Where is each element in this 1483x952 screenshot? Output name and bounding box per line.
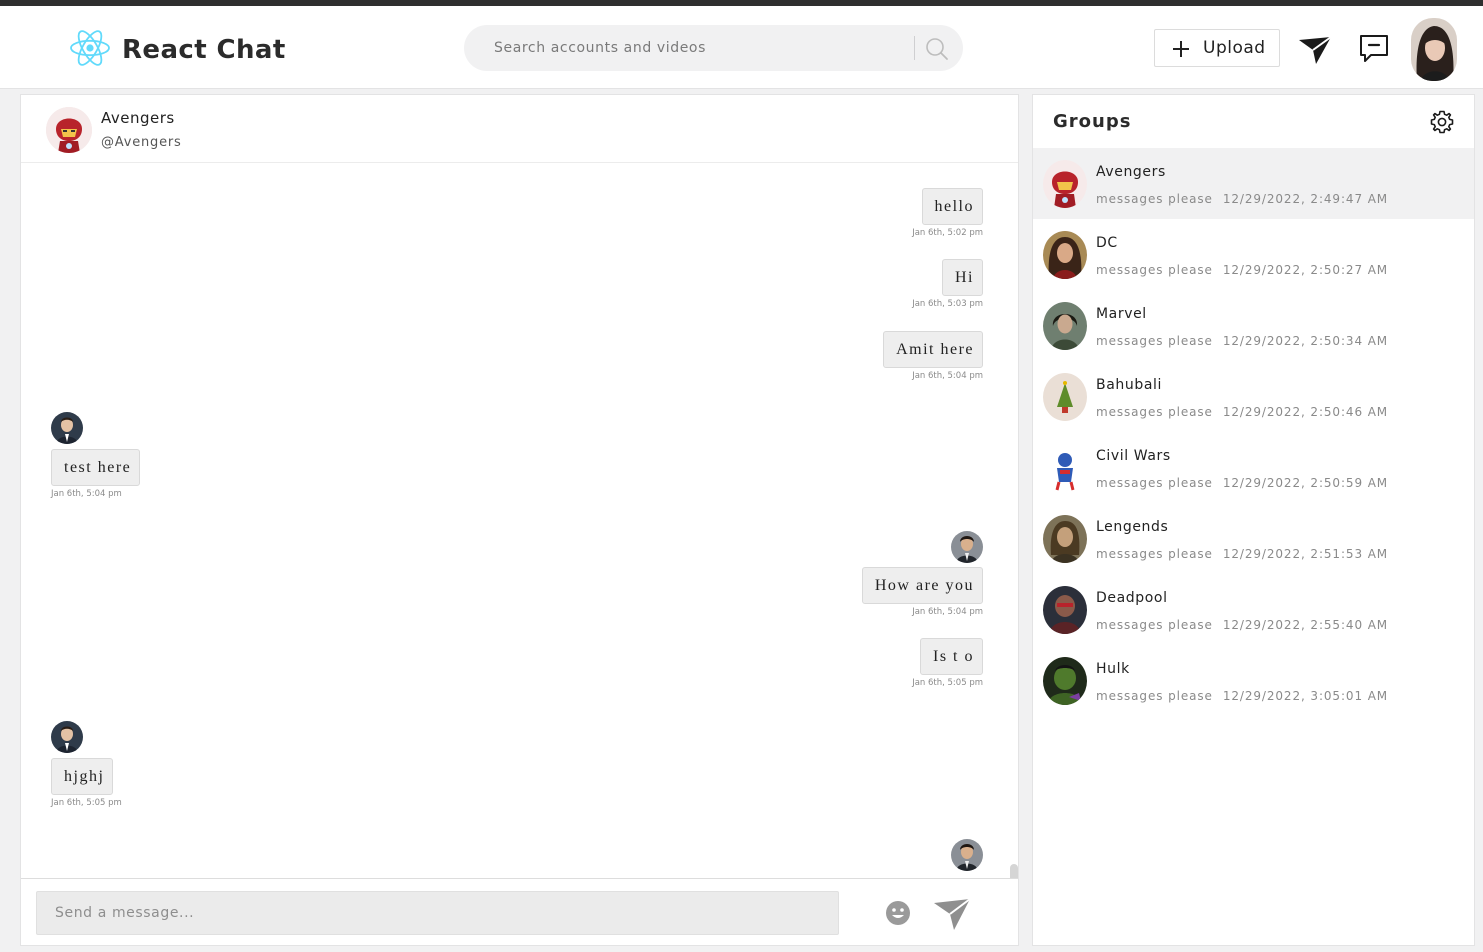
group-preview: messages please 12/29/2022, 2:50:34 AM (1096, 334, 1388, 348)
upload-label: Upload (1203, 38, 1266, 58)
group-avatar (1043, 231, 1087, 279)
message-time: Jan 6th, 5:03 pm (912, 299, 983, 309)
group-time: 12/29/2022, 2:50:59 AM (1222, 476, 1389, 490)
search-bar (464, 25, 963, 71)
group-preview: messages please 12/29/2022, 2:55:40 AM (1096, 618, 1388, 632)
group-preview: messages please 12/29/2022, 2:49:47 AM (1096, 192, 1388, 206)
group-last-message: messages please (1096, 192, 1213, 206)
message-icon[interactable] (1358, 32, 1390, 64)
group-item-avengers[interactable]: Avengers messages please 12/29/2022, 2:49… (1033, 148, 1474, 219)
group-preview: messages please 12/29/2022, 3:05:01 AM (1096, 689, 1388, 703)
message-bubble: Is t o (920, 638, 983, 675)
group-time: 12/29/2022, 2:55:40 AM (1222, 618, 1389, 632)
message-time: Jan 6th, 5:02 pm (912, 228, 983, 238)
search-divider (914, 36, 915, 60)
group-avatar (1043, 586, 1087, 634)
group-last-message: messages please (1096, 263, 1213, 277)
groups-panel: Groups Avengers messages please 12/29/202… (1032, 94, 1475, 946)
message-bubble: Hi (942, 259, 983, 296)
plus-icon (1173, 41, 1189, 57)
group-last-message: messages please (1096, 618, 1213, 632)
message-time: Jan 6th, 5:04 pm (912, 607, 983, 617)
sender-avatar[interactable] (951, 531, 983, 563)
group-name: Avengers (1096, 164, 1166, 180)
send-message-icon[interactable] (933, 897, 971, 931)
group-name: Bahubali (1096, 377, 1162, 393)
profile-avatar[interactable] (1411, 18, 1457, 81)
group-preview: messages please 12/29/2022, 2:50:59 AM (1096, 476, 1388, 490)
group-name: DC (1096, 235, 1118, 251)
group-last-message: messages please (1096, 476, 1213, 490)
search-input[interactable] (494, 25, 904, 71)
sender-avatar[interactable] (51, 721, 83, 753)
group-last-message: messages please (1096, 405, 1213, 419)
group-avatar (1043, 373, 1087, 421)
upload-button[interactable]: Upload (1154, 29, 1280, 67)
message-input[interactable] (36, 891, 839, 935)
message-scrollbar[interactable] (1010, 864, 1018, 878)
message-bubble: Amit here (883, 331, 983, 368)
message-bubble: test here (51, 449, 141, 486)
group-time: 12/29/2022, 2:50:27 AM (1222, 263, 1389, 277)
message-time: Jan 6th, 5:04 pm (51, 489, 122, 499)
chat-handle: @Avengers (101, 135, 182, 150)
group-item-dc[interactable]: DC messages please 12/29/2022, 2:50:27 AM (1033, 219, 1474, 290)
message-bubble: hello (921, 188, 983, 225)
app-title[interactable]: React Chat (122, 35, 286, 65)
group-list: Avengers messages please 12/29/2022, 2:49… (1033, 148, 1474, 716)
group-last-message: messages please (1096, 689, 1213, 703)
group-avatar (1043, 444, 1087, 492)
chat-panel: Avengers @Avengers hello Jan 6th, 5:02 p… (20, 94, 1019, 946)
chat-header: Avengers @Avengers (21, 95, 1018, 163)
group-last-message: messages please (1096, 334, 1213, 348)
group-item-deadpool[interactable]: Deadpool messages please 12/29/2022, 2:55… (1033, 574, 1474, 645)
paper-plane-icon[interactable] (1298, 35, 1332, 65)
group-name: Hulk (1096, 661, 1130, 677)
group-avatar (1043, 160, 1087, 208)
group-time: 12/29/2022, 2:51:53 AM (1222, 547, 1389, 561)
top-header: React Chat Upload (0, 6, 1483, 89)
emoji-icon[interactable] (885, 900, 911, 926)
group-name: Lengends (1096, 519, 1169, 535)
message-time: Jan 6th, 5:05 pm (51, 798, 122, 808)
group-preview: messages please 12/29/2022, 2:51:53 AM (1096, 547, 1388, 561)
groups-title: Groups (1053, 111, 1132, 132)
group-item-bahubali[interactable]: Bahubali messages please 12/29/2022, 2:50… (1033, 361, 1474, 432)
message-bubble: hjghj (51, 758, 114, 795)
group-last-message: messages please (1096, 547, 1213, 561)
sender-avatar[interactable] (51, 412, 83, 444)
group-item-lengends[interactable]: Lengends messages please 12/29/2022, 2:51… (1033, 503, 1474, 574)
group-avatar (1043, 515, 1087, 563)
group-avatar (1043, 657, 1087, 705)
gear-icon[interactable] (1430, 110, 1454, 134)
composer (21, 878, 1018, 945)
group-time: 12/29/2022, 2:50:34 AM (1222, 334, 1389, 348)
group-name: Deadpool (1096, 590, 1168, 606)
group-avatar (1043, 302, 1087, 350)
group-preview: messages please 12/29/2022, 2:50:46 AM (1096, 405, 1388, 419)
group-time: 12/29/2022, 3:05:01 AM (1222, 689, 1389, 703)
message-bubble: How are you (861, 567, 983, 604)
react-logo-icon[interactable] (69, 28, 111, 68)
message-time: Jan 6th, 5:05 pm (912, 678, 983, 688)
group-name: Marvel (1096, 306, 1147, 322)
search-icon[interactable] (924, 36, 950, 62)
group-preview: messages please 12/29/2022, 2:50:27 AM (1096, 263, 1388, 277)
group-time: 12/29/2022, 2:50:46 AM (1222, 405, 1389, 419)
group-time: 12/29/2022, 2:49:47 AM (1222, 192, 1389, 206)
group-item-hulk[interactable]: Hulk messages please 12/29/2022, 3:05:01 … (1033, 645, 1474, 716)
chat-avatar[interactable] (46, 107, 92, 153)
group-name: Civil Wars (1096, 448, 1171, 464)
group-item-marvel[interactable]: Marvel messages please 12/29/2022, 2:50:3… (1033, 290, 1474, 361)
message-time: Jan 6th, 5:04 pm (912, 371, 983, 381)
group-item-civil-wars[interactable]: Civil Wars messages please 12/29/2022, 2:… (1033, 432, 1474, 503)
sender-avatar[interactable] (951, 839, 983, 871)
message-list: hello Jan 6th, 5:02 pm Hi Jan 6th, 5:03 … (21, 164, 1018, 878)
chat-title: Avengers (101, 109, 175, 127)
